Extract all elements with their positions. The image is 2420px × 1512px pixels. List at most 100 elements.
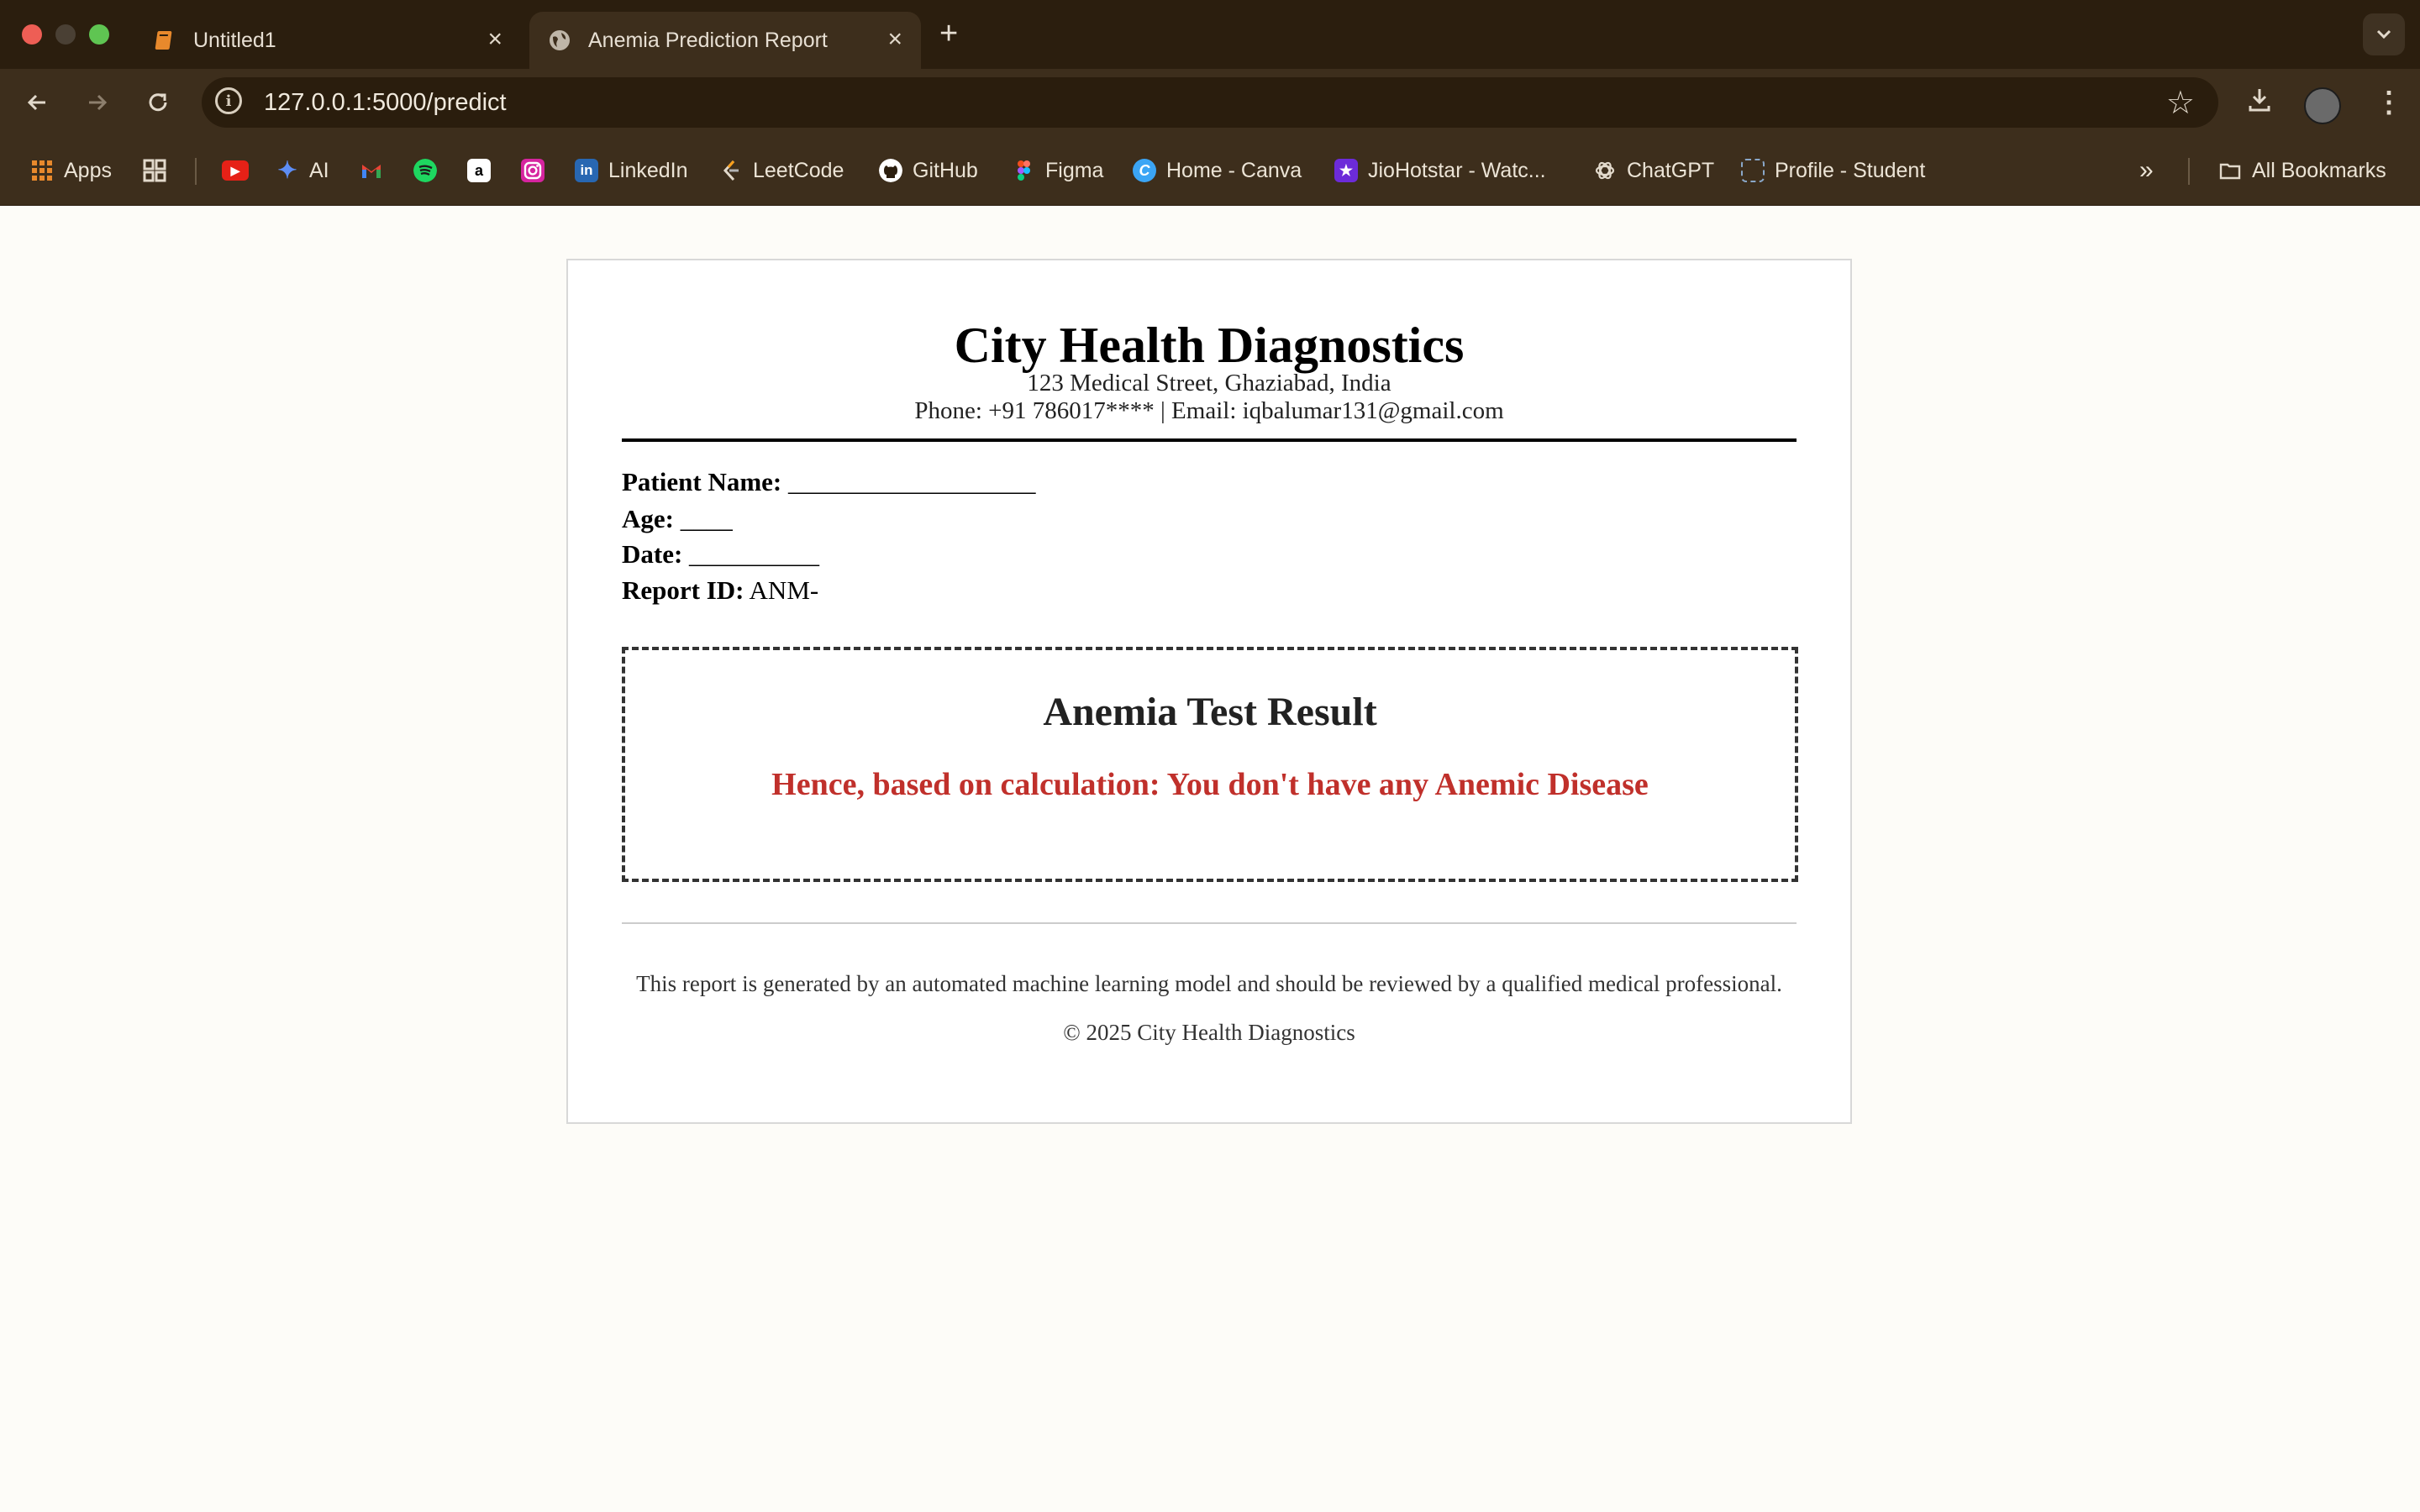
leetcode-icon bbox=[723, 160, 739, 181]
bookmark-label: ChatGPT bbox=[1627, 158, 1715, 182]
gemini-icon: ✦ bbox=[277, 157, 297, 183]
bookmark-profile-student[interactable]: Profile - Student bbox=[1741, 155, 1925, 186]
footer-divider bbox=[622, 922, 1797, 924]
bookmark-apps[interactable]: Apps bbox=[30, 155, 112, 186]
bookmark-amazon[interactable]: a bbox=[467, 155, 501, 186]
chatgpt-icon bbox=[1595, 161, 1615, 180]
notebook-icon bbox=[155, 31, 172, 50]
field-value: ANM- bbox=[749, 575, 819, 605]
bookmark-label: All Bookmarks bbox=[2252, 158, 2386, 182]
patient-name-field: Patient Name: ___________________ bbox=[622, 465, 1036, 499]
amazon-icon: a bbox=[467, 159, 491, 182]
bookmark-label: AI bbox=[309, 158, 329, 182]
bookmark-tab-groups[interactable] bbox=[143, 155, 176, 186]
close-window-button[interactable] bbox=[22, 24, 42, 45]
result-text: Hence, based on calculation: You don't h… bbox=[771, 767, 1649, 802]
chevron-double-right-icon: » bbox=[2139, 156, 2154, 184]
result-box: Anemia Test Result Hence, based on calcu… bbox=[622, 647, 1798, 882]
back-button[interactable] bbox=[18, 84, 55, 121]
reload-icon bbox=[149, 93, 167, 112]
browser-toolbar: i 127.0.0.1:5000/predict ☆ ⋮ bbox=[0, 69, 2420, 136]
bookmark-instagram[interactable] bbox=[521, 155, 555, 186]
bookmark-github[interactable]: GitHub bbox=[879, 155, 978, 186]
tab-title: Anemia Prediction Report bbox=[588, 28, 828, 52]
bookmark-label: Profile - Student bbox=[1775, 158, 1926, 182]
canva-icon: C bbox=[1133, 159, 1156, 182]
field-label: Date: bbox=[622, 539, 683, 569]
bookmark-spotify[interactable] bbox=[413, 155, 447, 186]
report-card: City Health Diagnostics 123 Medical Stre… bbox=[566, 259, 1852, 1124]
field-label: Age: bbox=[622, 504, 674, 533]
age-field: Age: ____ bbox=[622, 502, 733, 536]
bookmark-chatgpt[interactable]: ChatGPT bbox=[1593, 155, 1714, 186]
folder-icon bbox=[2219, 163, 2241, 180]
reload-button[interactable] bbox=[139, 84, 176, 121]
apps-grid-icon bbox=[32, 160, 52, 181]
bookmark-gmail[interactable] bbox=[360, 155, 393, 186]
tab-untitled1[interactable]: Untitled1 × bbox=[134, 12, 521, 69]
forward-button[interactable] bbox=[79, 84, 116, 121]
arrow-right-icon bbox=[89, 94, 108, 111]
bookmark-ai[interactable]: ✦ AI bbox=[276, 155, 329, 186]
more-bookmarks-button[interactable]: » bbox=[2139, 155, 2154, 186]
minimize-window-button[interactable] bbox=[55, 24, 76, 45]
bookmark-label: Home - Canva bbox=[1166, 158, 1302, 182]
bookmark-label: LeetCode bbox=[753, 158, 844, 182]
field-value: ___________________ bbox=[788, 467, 1036, 496]
jiohotstar-icon: ★ bbox=[1334, 159, 1358, 182]
field-label: Patient Name: bbox=[622, 467, 782, 496]
field-label: Report ID: bbox=[622, 575, 744, 605]
spotify-icon bbox=[413, 159, 437, 182]
bookmark-leetcode[interactable]: LeetCode bbox=[719, 155, 844, 186]
chevron-down-icon bbox=[2376, 29, 2391, 39]
copyright-text: © 2025 City Health Diagnostics bbox=[1063, 1020, 1355, 1045]
bookmark-label: Apps bbox=[64, 158, 112, 182]
profile-page-icon bbox=[1741, 159, 1765, 182]
disclaimer-text: This report is generated by an automated… bbox=[636, 971, 1782, 996]
maximize-window-button[interactable] bbox=[89, 24, 109, 45]
result-title: Anemia Test Result bbox=[1043, 690, 1377, 734]
tab-title: Untitled1 bbox=[193, 28, 276, 52]
field-value: ____ bbox=[680, 504, 733, 533]
bookmark-figma[interactable]: Figma bbox=[1012, 155, 1103, 186]
bookmark-label: LinkedIn bbox=[608, 158, 688, 182]
date-field: Date: __________ bbox=[622, 538, 819, 571]
gmail-icon bbox=[362, 165, 381, 178]
bookmark-separator bbox=[2188, 158, 2190, 185]
profile-avatar-icon[interactable] bbox=[2304, 87, 2341, 124]
clinic-contact: Phone: +91 786017**** | Email: iqbalumar… bbox=[914, 397, 1504, 424]
linkedin-icon: in bbox=[575, 159, 598, 182]
bookmark-label: Figma bbox=[1045, 158, 1104, 182]
download-icon[interactable] bbox=[2245, 86, 2274, 122]
close-tab-icon[interactable]: × bbox=[487, 27, 502, 52]
bookmark-canva[interactable]: C Home - Canva bbox=[1133, 155, 1302, 186]
instagram-icon bbox=[521, 159, 544, 182]
figma-icon bbox=[1018, 160, 1030, 181]
globe-icon bbox=[550, 30, 570, 50]
clinic-address: 123 Medical Street, Ghaziabad, India bbox=[1027, 370, 1392, 396]
tab-anemia-report[interactable]: Anemia Prediction Report × bbox=[529, 12, 921, 69]
more-menu-icon[interactable]: ⋮ bbox=[2375, 86, 2403, 119]
bookmarks-bar: Apps ▶ ✦ AI a in LinkedIn LeetCode GitHu… bbox=[0, 136, 2420, 206]
all-bookmarks-button[interactable]: All Bookmarks bbox=[2218, 155, 2386, 186]
tab-groups-icon bbox=[143, 159, 166, 182]
report-id-field: Report ID: ANM- bbox=[622, 574, 818, 607]
bookmark-label: GitHub bbox=[913, 158, 978, 182]
bookmark-star-icon[interactable]: ☆ bbox=[2166, 84, 2195, 122]
bookmark-jiohotstar[interactable]: ★ JioHotstar - Watc... bbox=[1334, 155, 1546, 186]
youtube-icon: ▶ bbox=[222, 160, 249, 181]
url-text[interactable]: 127.0.0.1:5000/predict bbox=[264, 89, 507, 117]
site-info-icon[interactable]: i bbox=[215, 87, 242, 114]
address-bar[interactable]: i 127.0.0.1:5000/predict ☆ bbox=[202, 77, 2218, 128]
bookmark-label: JioHotstar - Watc... bbox=[1368, 158, 1546, 182]
new-tab-button[interactable]: + bbox=[939, 15, 958, 52]
bookmark-linkedin[interactable]: in LinkedIn bbox=[575, 155, 688, 186]
arrow-left-icon bbox=[27, 94, 45, 111]
bookmark-separator bbox=[195, 158, 197, 185]
clinic-name: City Health Diagnostics bbox=[954, 318, 1465, 373]
close-tab-icon[interactable]: × bbox=[887, 27, 902, 52]
tab-strip: Untitled1 × Anemia Prediction Report × + bbox=[0, 0, 2420, 69]
tab-search-button[interactable] bbox=[2363, 13, 2405, 55]
bookmark-youtube[interactable]: ▶ bbox=[222, 155, 259, 186]
field-value: __________ bbox=[689, 539, 820, 569]
